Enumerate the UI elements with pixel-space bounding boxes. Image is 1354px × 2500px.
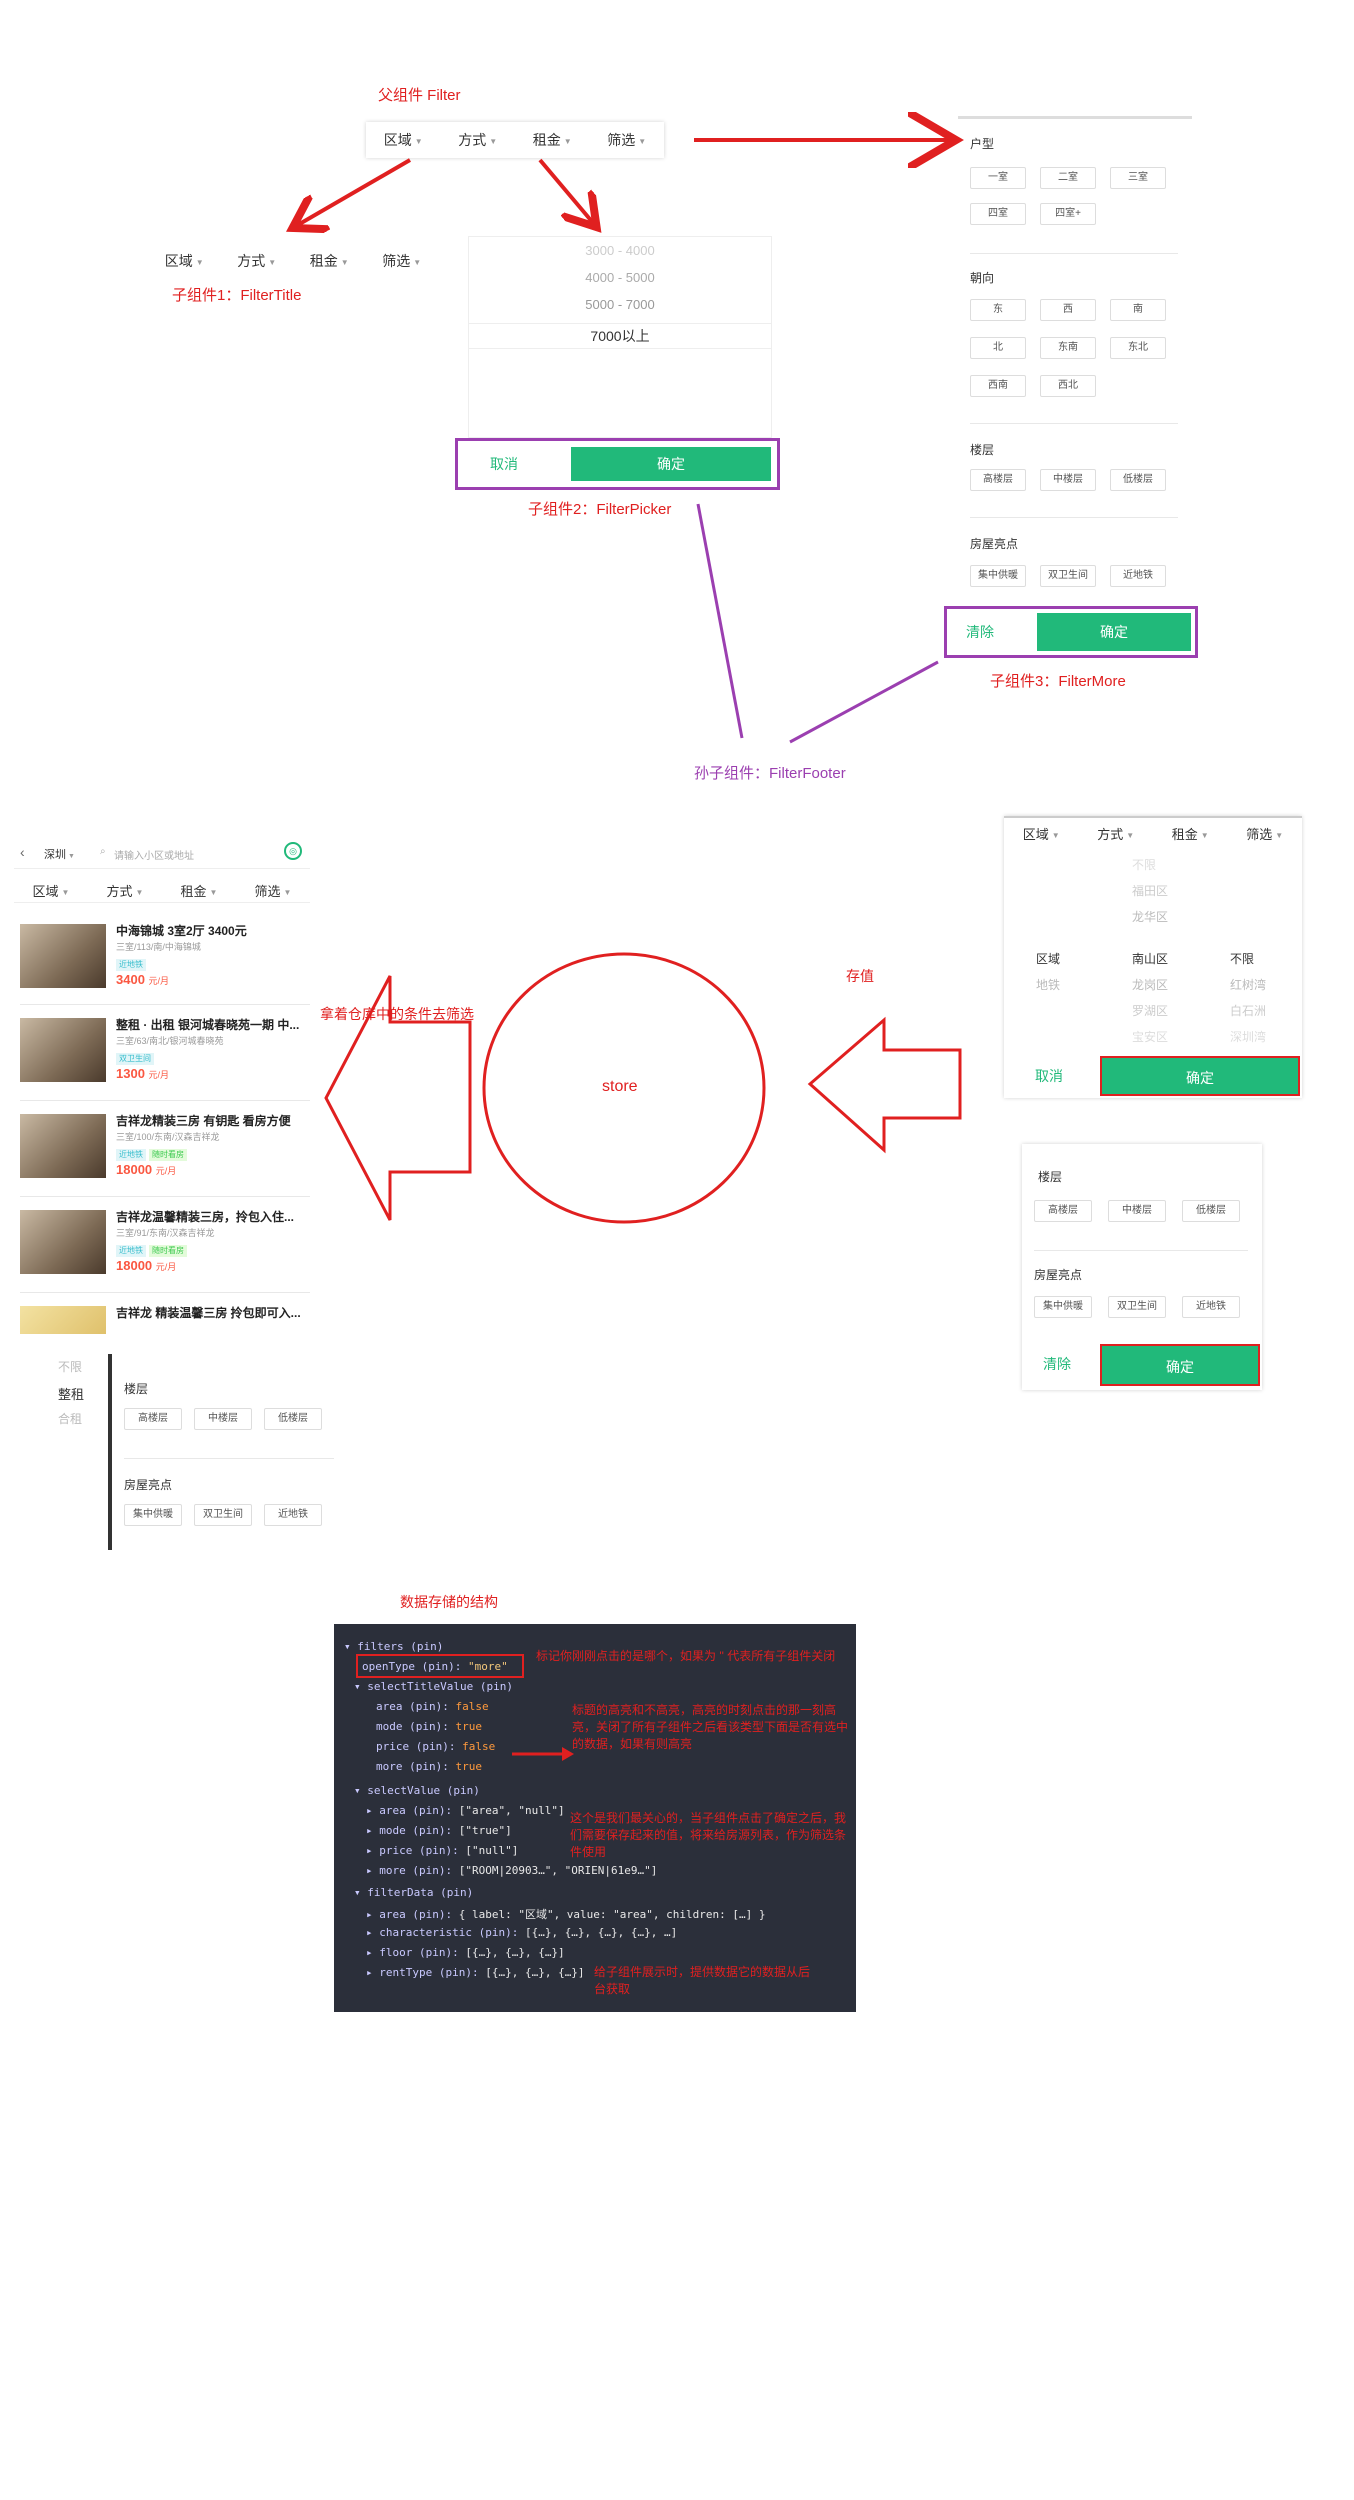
annotation-note: 给子组件展示时，提供数据它的数据从后台获取 bbox=[594, 1965, 811, 1996]
caret-down-icon: ▼ bbox=[1200, 830, 1209, 840]
right-filter-bar: 区域 ▼ 方式 ▼ 租金 ▼ 筛选 ▼ bbox=[1004, 816, 1302, 848]
picker-option[interactable]: 不限 bbox=[58, 1358, 82, 1375]
divider bbox=[124, 1458, 334, 1459]
confirm-button[interactable]: 确定 bbox=[1100, 1344, 1260, 1386]
highlight-box bbox=[356, 1654, 524, 1678]
code-line: area (pin): false bbox=[376, 1700, 489, 1713]
code-line: price (pin): false bbox=[376, 1740, 496, 1753]
arrow-to-child1 bbox=[296, 158, 412, 226]
picker-option-selected[interactable]: 整租 bbox=[58, 1384, 84, 1403]
annotation-note: 标题的高亮和不高亮，高亮的时刻点击的那一刻高亮，关闭了所有子组件之后看该类型下面… bbox=[572, 1703, 849, 1751]
house-tag: 随时看房 bbox=[149, 1245, 187, 1257]
picker-option-selected[interactable]: 不限 bbox=[1230, 950, 1254, 967]
picker-option-selected[interactable]: 南山区 bbox=[1132, 950, 1168, 967]
tag[interactable]: 中楼层 bbox=[1108, 1200, 1166, 1222]
code-line: ▸ area (pin): ["area", "null"] bbox=[366, 1804, 565, 1817]
picker-option[interactable]: 白石洲 bbox=[1230, 1002, 1266, 1019]
caret-down-icon: ▼ bbox=[1275, 830, 1284, 840]
code-line: ▸ characteristic (pin): [{…}, {…}, {…}, … bbox=[366, 1926, 678, 1939]
divider bbox=[20, 1292, 310, 1293]
top-arrows bbox=[0, 0, 1354, 744]
section-title: 楼层 bbox=[124, 1382, 149, 1396]
code-line: ▾ selectValue (pin) bbox=[354, 1784, 480, 1797]
code-line: ▸ mode (pin): ["true"] bbox=[366, 1824, 512, 1837]
house-image bbox=[20, 1306, 106, 1334]
filter-more-partial: 楼层 高楼层 中楼层 低楼层 房屋亮点 集中供暖 双卫生间 近地铁 bbox=[112, 1354, 348, 1550]
code-line: ▾ selectTitleValue (pin) bbox=[354, 1680, 513, 1693]
tag[interactable]: 高楼层 bbox=[124, 1408, 182, 1430]
clear-button[interactable]: 清除 bbox=[1022, 1344, 1092, 1384]
line-footer-2 bbox=[789, 660, 939, 744]
tag[interactable]: 近地铁 bbox=[264, 1504, 322, 1526]
section-title: 楼层 bbox=[1038, 1170, 1063, 1184]
picker-option[interactable]: 合租 bbox=[58, 1410, 82, 1427]
picker-option-selected[interactable]: 区域 bbox=[1036, 950, 1060, 967]
arrow-to-store bbox=[807, 1016, 962, 1154]
tag[interactable]: 双卫生间 bbox=[1108, 1296, 1166, 1318]
arrow-right-icon bbox=[512, 1747, 574, 1761]
picker-option[interactable]: 龙岗区 bbox=[1132, 976, 1168, 993]
picker-option[interactable]: 地铁 bbox=[1036, 976, 1060, 993]
arrow-to-child2 bbox=[538, 158, 594, 224]
filter-title-area[interactable]: 区域 ▼ bbox=[1004, 824, 1079, 843]
picker-option[interactable]: 不限 bbox=[1132, 856, 1156, 873]
section-title: 房屋亮点 bbox=[124, 1478, 173, 1492]
tag[interactable]: 高楼层 bbox=[1034, 1200, 1092, 1222]
caret-down-icon: ▼ bbox=[1126, 830, 1135, 840]
code-line: ▸ floor (pin): [{…}, {…}, {…}] bbox=[366, 1946, 565, 1959]
house-title: 吉祥龙 精装温馨三房 拎包即可入... bbox=[116, 1306, 301, 1320]
cancel-button[interactable]: 取消 bbox=[1004, 1056, 1094, 1096]
tag[interactable]: 中楼层 bbox=[194, 1408, 252, 1430]
tag[interactable]: 近地铁 bbox=[1182, 1296, 1240, 1318]
section-title: 房屋亮点 bbox=[1034, 1268, 1083, 1282]
picker-option[interactable]: 罗湖区 bbox=[1132, 1002, 1168, 1019]
picker-option[interactable]: 福田区 bbox=[1132, 882, 1168, 899]
house-tag: 近地铁 bbox=[116, 1245, 146, 1257]
cascade-picker: 区域 地铁 不限 福田区 龙华区 南山区 龙岗区 罗湖区 宝安区 不限 红树湾 … bbox=[1004, 852, 1302, 1052]
tag[interactable]: 双卫生间 bbox=[194, 1504, 252, 1526]
caret-down-icon: ▼ bbox=[1051, 830, 1060, 840]
filter-title-mode[interactable]: 方式 ▼ bbox=[1079, 824, 1154, 843]
picker-option[interactable]: 深圳湾 bbox=[1230, 1028, 1266, 1045]
code-line: more (pin): true bbox=[376, 1760, 482, 1773]
label-data-structure: 数据存储的结构 bbox=[400, 1594, 498, 1610]
tag[interactable]: 集中供暖 bbox=[1034, 1296, 1092, 1318]
divider bbox=[1034, 1250, 1248, 1251]
code-line: ▸ rentType (pin): [{…}, {…}, {…}] bbox=[366, 1966, 585, 1979]
right-more-panel: 楼层 高楼层 中楼层 低楼层 房屋亮点 集中供暖 双卫生间 近地铁 清除 确定 bbox=[1022, 1144, 1262, 1390]
code-line: mode (pin): true bbox=[376, 1720, 482, 1733]
arrow-from-store bbox=[324, 975, 472, 1221]
code-line: ▸ area (pin): { label: "区域", value: "are… bbox=[366, 1908, 766, 1921]
tag[interactable]: 低楼层 bbox=[264, 1408, 322, 1430]
house-price: 18000 元/月 bbox=[116, 1258, 177, 1273]
annotation-note: 标记你刚刚点击的是哪个，如果为 '' 代表所有子组件关闭 bbox=[536, 1649, 836, 1663]
picker-option[interactable]: 宝安区 bbox=[1132, 1028, 1168, 1045]
filter-title-more[interactable]: 筛选 ▼ bbox=[1228, 824, 1303, 843]
code-line: ▾ filterData (pin) bbox=[354, 1886, 474, 1899]
code-line: ▾ filters (pin) bbox=[344, 1640, 444, 1653]
devtools-code-panel: ▾ filters (pin) openType (pin): "more" ▾… bbox=[334, 1624, 856, 2012]
filter-title-price[interactable]: 租金 ▼ bbox=[1153, 824, 1228, 843]
store-label: store bbox=[602, 1078, 638, 1095]
confirm-button[interactable]: 确定 bbox=[1100, 1056, 1300, 1096]
annotation-note: 这个是我们最关心的，当子组件点击了确定之后，我们需要保存起来的值，将来给房源列表… bbox=[570, 1811, 847, 1859]
picker-option[interactable]: 龙华区 bbox=[1132, 908, 1168, 925]
code-line: ▸ price (pin): ["null"] bbox=[366, 1844, 519, 1857]
list-item[interactable]: 吉祥龙 精装温馨三房 拎包即可入... bbox=[20, 1300, 310, 1334]
right-picker-panel: 区域 ▼ 方式 ▼ 租金 ▼ 筛选 ▼ 区域 地铁 不限 福田区 龙华区 南山区 龙岗区… bbox=[1004, 816, 1302, 1098]
picker-option[interactable]: 红树湾 bbox=[1230, 976, 1266, 993]
mode-picker-partial: 不限 整租 合租 bbox=[40, 1354, 110, 1444]
line-footer-1 bbox=[696, 503, 744, 739]
code-line: ▸ more (pin): ["ROOM|20903…", "ORIEN|61e… bbox=[366, 1864, 658, 1877]
tag[interactable]: 集中供暖 bbox=[124, 1504, 182, 1526]
tag[interactable]: 低楼层 bbox=[1182, 1200, 1240, 1222]
